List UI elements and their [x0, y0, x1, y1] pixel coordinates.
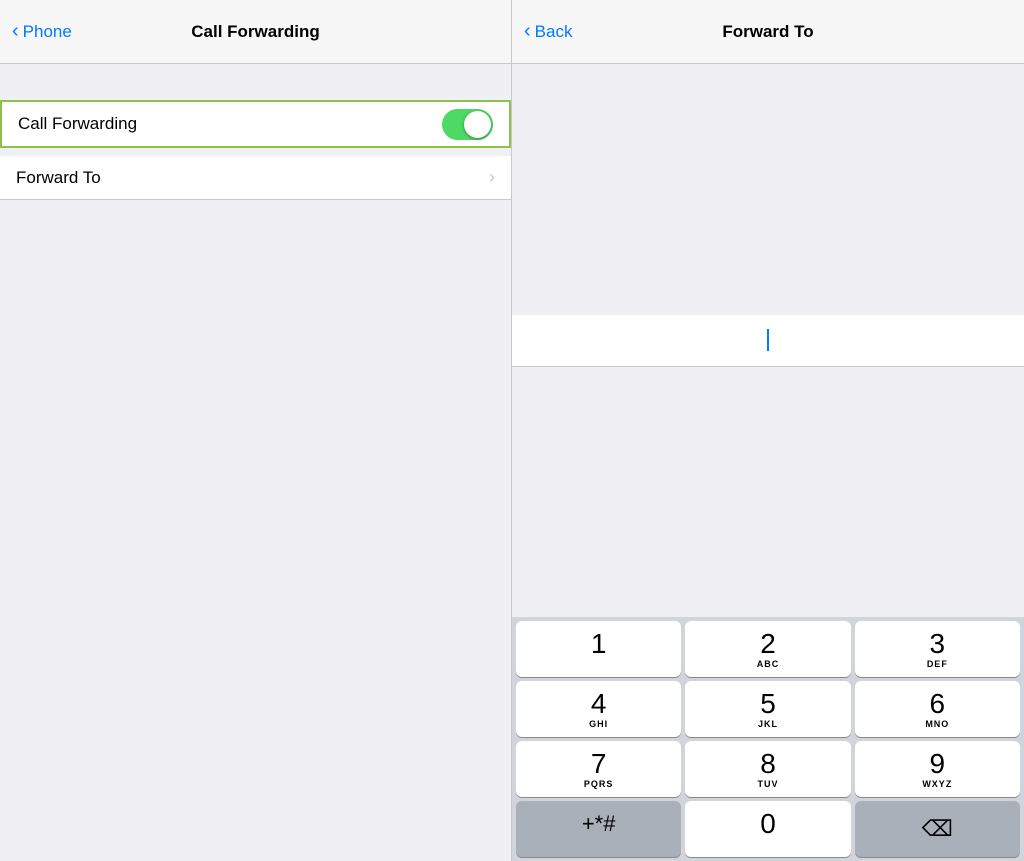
- key-9-sub: WXYZ: [922, 779, 952, 789]
- key-8[interactable]: 8 TUV: [685, 741, 850, 797]
- left-panel: ‹ Phone Call Forwarding Call Forwarding …: [0, 0, 512, 861]
- back-to-phone-button[interactable]: ‹ Phone: [12, 22, 72, 42]
- back-chevron-icon: ‹: [12, 21, 19, 41]
- left-nav-bar: ‹ Phone Call Forwarding: [0, 0, 511, 64]
- key-9[interactable]: 9 WXYZ: [855, 741, 1020, 797]
- key-0[interactable]: 0: [685, 801, 850, 857]
- toggle-knob: [464, 111, 491, 138]
- key-symbols[interactable]: +*#: [516, 801, 681, 857]
- section-gap-top: [0, 64, 511, 100]
- right-content-area: 1 2 ABC 3 DEF 4 GHI 5 JKL: [512, 64, 1024, 861]
- right-top-empty: [512, 64, 1024, 315]
- keypad-grid: 1 2 ABC 3 DEF 4 GHI 5 JKL: [516, 621, 1020, 857]
- key-delete[interactable]: ⌫: [855, 801, 1020, 857]
- key-4-main: 4: [591, 690, 607, 718]
- key-6-main: 6: [930, 690, 946, 718]
- left-nav-title: Call Forwarding: [191, 22, 319, 42]
- right-panel: ‹ Back Forward To 1 2 ABC: [512, 0, 1024, 861]
- key-5[interactable]: 5 JKL: [685, 681, 850, 737]
- key-7[interactable]: 7 PQRS: [516, 741, 681, 797]
- key-symbols-main: +*#: [582, 813, 616, 835]
- key-8-sub: TUV: [757, 779, 778, 789]
- keypad-spacer: [512, 367, 1024, 618]
- key-0-main: 0: [760, 810, 776, 838]
- key-5-main: 5: [760, 690, 776, 718]
- delete-icon: ⌫: [922, 816, 953, 842]
- key-5-sub: JKL: [758, 719, 778, 729]
- key-4[interactable]: 4 GHI: [516, 681, 681, 737]
- key-3-main: 3: [930, 630, 946, 658]
- key-3-sub: DEF: [927, 659, 948, 669]
- right-nav-title: Forward To: [722, 22, 813, 42]
- key-9-main: 9: [930, 750, 946, 778]
- key-3[interactable]: 3 DEF: [855, 621, 1020, 677]
- key-7-main: 7: [591, 750, 607, 778]
- forward-to-row[interactable]: Forward To ›: [0, 156, 511, 200]
- forward-to-label: Forward To: [16, 168, 101, 188]
- key-8-main: 8: [760, 750, 776, 778]
- phone-number-input[interactable]: [512, 315, 1024, 367]
- key-2[interactable]: 2 ABC: [685, 621, 850, 677]
- key-2-sub: ABC: [757, 659, 780, 669]
- key-1[interactable]: 1: [516, 621, 681, 677]
- text-cursor: [767, 329, 769, 351]
- key-1-main: 1: [591, 630, 607, 658]
- right-nav-bar: ‹ Back Forward To: [512, 0, 1024, 64]
- call-forwarding-row[interactable]: Call Forwarding: [2, 102, 509, 146]
- key-6[interactable]: 6 MNO: [855, 681, 1020, 737]
- back-label: Phone: [23, 22, 72, 42]
- call-forwarding-label: Call Forwarding: [18, 114, 137, 134]
- right-back-label: Back: [535, 22, 573, 42]
- section-gap-middle: [0, 148, 511, 156]
- back-to-call-forwarding-button[interactable]: ‹ Back: [524, 22, 572, 42]
- keypad: 1 2 ABC 3 DEF 4 GHI 5 JKL: [512, 617, 1024, 861]
- call-forwarding-toggle[interactable]: [442, 109, 493, 140]
- key-2-main: 2: [760, 630, 776, 658]
- key-7-sub: PQRS: [584, 779, 614, 789]
- right-back-chevron-icon: ‹: [524, 21, 531, 41]
- forward-to-chevron-icon: ›: [489, 167, 495, 188]
- key-4-sub: GHI: [589, 719, 608, 729]
- key-6-sub: MNO: [925, 719, 949, 729]
- call-forwarding-highlighted-wrapper: Call Forwarding: [0, 100, 511, 148]
- left-empty-area: [0, 200, 511, 861]
